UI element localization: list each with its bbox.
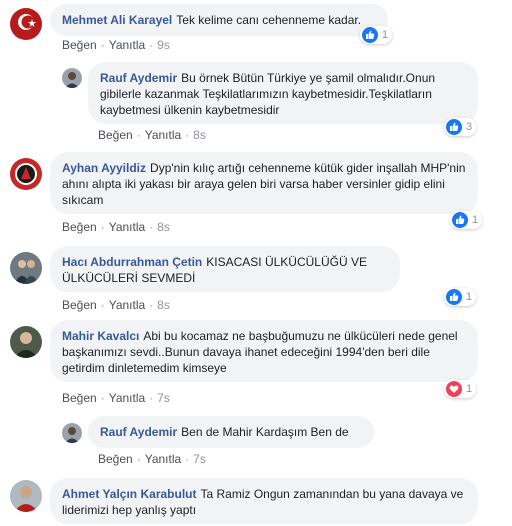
avatar[interactable] xyxy=(10,158,42,190)
like-button[interactable]: Beğen xyxy=(62,298,97,312)
comment-author[interactable]: Ahmet Yalçın Karabulut xyxy=(62,487,196,501)
like-button[interactable]: Beğen xyxy=(98,128,133,142)
separator: · xyxy=(100,391,105,405)
like-icon xyxy=(362,27,378,43)
comment-bubble: Mehmet Ali Karayel Tek kelime canı cehenn… xyxy=(50,4,388,36)
reply-button[interactable]: Yanıtla xyxy=(109,391,145,405)
separator: · xyxy=(185,128,190,142)
separator: · xyxy=(185,452,190,466)
like-icon xyxy=(446,289,462,305)
reaction-count: 1 xyxy=(466,383,473,395)
love-icon xyxy=(446,381,462,397)
comment-author[interactable]: Ayhan Ayyildiz xyxy=(62,161,146,175)
comment-bubble: Hacı Abdurrahman Çetin KISACASI ÜLKÜCÜLÜĞ… xyxy=(50,246,400,292)
reaction-summary[interactable]: 1 xyxy=(450,211,483,229)
comment-actions: Beğen · Yanıtla · 7s xyxy=(98,452,206,466)
like-button[interactable]: Beğen xyxy=(62,38,97,52)
reply-bubble: Rauf Aydemir Ben de Mahir Kardaşım Ben de xyxy=(88,416,374,448)
comment-bubble: Mahir Kavalcı Abi bu kocamaz ne başbuğumu… xyxy=(50,320,478,382)
comment-time[interactable]: 8s xyxy=(157,220,170,234)
reply-button[interactable]: Yanıtla xyxy=(145,128,181,142)
reaction-count: 1 xyxy=(382,29,389,41)
reaction-count: 3 xyxy=(466,121,473,133)
separator: · xyxy=(136,128,141,142)
comment-actions: Beğen · Yanıtla · 8s xyxy=(62,298,170,312)
reply-bubble: Rauf Aydemir Bu örnek Bütün Türkiye ye şa… xyxy=(88,62,478,124)
comment-author[interactable]: Mahir Kavalcı xyxy=(62,329,139,343)
comment-time[interactable]: 7s xyxy=(157,391,170,405)
like-icon xyxy=(452,212,468,228)
reply-button[interactable]: Yanıtla xyxy=(109,298,145,312)
separator: · xyxy=(100,298,105,312)
like-icon xyxy=(446,119,462,135)
like-button[interactable]: Beğen xyxy=(98,452,133,466)
reaction-summary[interactable]: 1 xyxy=(444,380,477,398)
comment-bubble: Ahmet Yalçın Karabulut Ta Ramiz Ongun zam… xyxy=(50,478,478,524)
avatar[interactable] xyxy=(10,480,42,512)
comment-time[interactable]: 7s xyxy=(193,452,206,466)
separator: · xyxy=(100,38,105,52)
avatar[interactable] xyxy=(10,252,42,284)
avatar[interactable] xyxy=(62,68,82,88)
reaction-summary[interactable]: 1 xyxy=(360,26,393,44)
reaction-summary[interactable]: 1 xyxy=(444,288,477,306)
comment-text: Ben de Mahir Kardaşım Ben de xyxy=(181,425,349,439)
separator: · xyxy=(149,391,154,405)
reaction-count: 1 xyxy=(472,214,479,226)
like-button[interactable]: Beğen xyxy=(62,391,97,405)
separator: · xyxy=(136,452,141,466)
like-button[interactable]: Beğen xyxy=(62,220,97,234)
separator: · xyxy=(149,298,154,312)
separator: · xyxy=(149,220,154,234)
reply-button[interactable]: Yanıtla xyxy=(145,452,181,466)
comment-bubble: Ayhan Ayyildiz Dyp'nin kılıç artığı cehen… xyxy=(50,152,478,214)
reaction-summary[interactable]: 3 xyxy=(444,118,477,136)
separator: · xyxy=(149,38,154,52)
comment-author[interactable]: Hacı Abdurrahman Çetin xyxy=(62,255,202,269)
comment-author[interactable]: Rauf Aydemir xyxy=(100,425,177,439)
comment-time[interactable]: 8s xyxy=(193,128,206,142)
comment-actions: Beğen · Yanıtla · 8s xyxy=(62,220,170,234)
reply-button[interactable]: Yanıtla xyxy=(109,220,145,234)
comment-author[interactable]: Rauf Aydemir xyxy=(100,71,177,85)
reply-button[interactable]: Yanıtla xyxy=(109,38,145,52)
avatar[interactable] xyxy=(62,423,82,443)
comment-actions: Beğen · Yanıtla · 9s xyxy=(62,38,170,52)
comment-time[interactable]: 9s xyxy=(157,38,170,52)
comment-actions: Beğen · Yanıtla · 7s xyxy=(62,391,170,405)
avatar[interactable] xyxy=(10,326,42,358)
comment-time[interactable]: 8s xyxy=(157,298,170,312)
avatar[interactable] xyxy=(10,8,42,40)
comment-actions: Beğen · Yanıtla · 8s xyxy=(98,128,206,142)
reaction-count: 1 xyxy=(466,291,473,303)
separator: · xyxy=(100,220,105,234)
comment-author[interactable]: Mehmet Ali Karayel xyxy=(62,13,172,27)
comment-text: Tek kelime canı cehenneme kadar. xyxy=(176,13,362,27)
